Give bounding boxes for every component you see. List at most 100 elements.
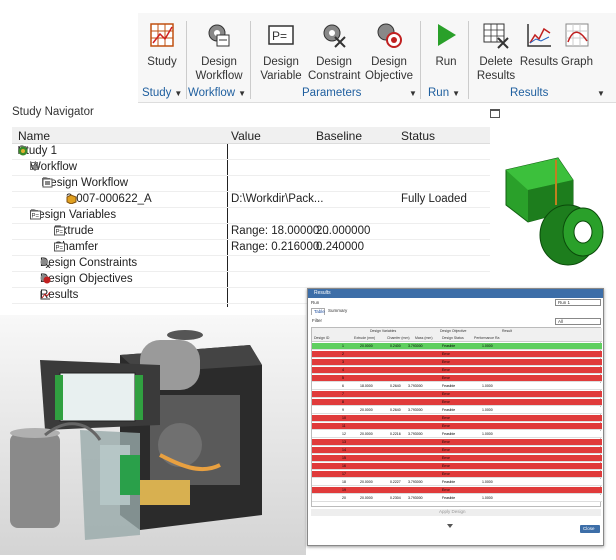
tab-summary[interactable]: Summary [326,308,348,315]
table-row[interactable]: 10 Error [312,415,602,422]
group-parameters-dropdown[interactable]: ▼ [406,87,417,99]
table-cell-chamfer: 0.2640 [390,408,401,412]
table-row[interactable]: 6 18.0000 0.2640 3.793000 Feasible 1.0000 [312,383,602,390]
run-button[interactable]: Run [428,21,464,69]
table-cell-status: Error [442,360,450,364]
study-globe-icon [18,146,29,156]
table-row[interactable]: 19 Error [312,487,602,494]
tree-row-chamfer[interactable]: P= Chamfer Range: 0.216000... 0.240000 [12,240,490,256]
table-cell-status: Error [442,440,450,444]
tree-row-design-workflow[interactable]: −Design Workflow [12,176,490,192]
navigator-title: Study Navigator [12,106,94,118]
study-icon [148,21,176,49]
run-select[interactable]: Run 1 [555,299,601,306]
table-cell-mass: 3.793000 [408,408,423,412]
design-workflow-icon [42,178,53,188]
column-header-status[interactable]: Status [401,129,435,143]
design-constraint-button[interactable]: Design Constraint [308,21,360,83]
table-cell-status: Error [442,392,450,396]
maximize-icon[interactable] [490,109,500,118]
table-row[interactable]: 5 Error [312,375,602,382]
column-header-name[interactable]: Name [18,129,50,143]
table-cell-status: Error [442,424,450,428]
column-header-baseline[interactable]: Baseline [316,129,362,143]
svg-text:P=: P= [56,230,64,236]
table-row[interactable]: 18 20.0000 0.2227 3.793000 Feasible 1.0000 [312,479,602,486]
constraint-gear-icon [320,21,348,49]
table-row[interactable]: 11 Error [312,423,602,430]
results-icon [40,290,51,300]
table-row[interactable]: 8 Error [312,399,602,406]
table-row[interactable]: 15 Error [312,455,602,462]
apply-design-button[interactable]: Apply Design [311,509,601,516]
table-cell-status: Error [442,376,450,380]
table-cell-id: 13 [342,440,346,444]
group-run[interactable]: Run ▼ [428,87,460,99]
table-cell-chamfer: 0.2304 [390,496,401,500]
table-cell-id: 9 [342,408,344,412]
table-cell-id: 1 [342,344,344,348]
table-cell-id: 12 [342,432,346,436]
table-cell-chamfer: 0.2400 [390,344,401,348]
delete-results-button[interactable]: Delete Results [474,21,518,83]
separator [468,21,469,99]
table-row[interactable]: 13 Error [312,439,602,446]
results-button[interactable]: Results [519,21,559,69]
tree-row-part[interactable]: 3-007-000622_A D:\Workdir\Pack... Fully … [12,192,490,208]
design-objective-button[interactable]: Design Objective [364,21,414,83]
chevron-down-icon[interactable] [447,516,453,528]
tree-row-study[interactable]: −Study 1 [12,144,490,160]
table-cell-status: Feasible [442,384,456,388]
tree-row-workflow[interactable]: −Workflow [12,160,490,176]
design-workflow-button[interactable]: Design Workflow [193,21,245,83]
tree-row-design-variables[interactable]: −P=Design Variables [12,208,490,224]
tree-row-design-constraints[interactable]: Design Constraints [12,256,490,272]
filter-select[interactable]: All [555,318,601,325]
table-cell-id: 14 [342,448,346,452]
design-variable-button[interactable]: P= Design Variable [258,21,304,83]
table-row[interactable]: 14 Error [312,447,602,454]
workflow-gear-icon [205,21,233,49]
tree-row-extrude[interactable]: P= Extrude Range: 18.00000... 20.000000 [12,224,490,240]
column-header-value[interactable]: Value [231,129,261,143]
table-cell-mass: 3.793000 [408,496,423,500]
svg-text:P=: P= [56,246,64,252]
table-row[interactable]: 12 20.0000 0.2216 3.793000 Feasible 1.0000 [312,431,602,438]
table-row[interactable]: 20 20.0000 0.2304 3.793000 Feasible 1.0000 [312,495,602,502]
svg-text:P=: P= [32,214,40,220]
part-cube-icon [66,194,77,205]
group-results-dropdown[interactable]: ▼ [594,87,605,99]
table-row[interactable]: 1 20.0000 0.2400 3.793000 Feasible 1.0000 [312,343,602,350]
study-navigator-tree: Name Value Baseline Status −Study 1 −Wor… [12,127,490,307]
table-row[interactable]: 9 20.0000 0.2640 3.793000 Feasible 1.0000 [312,407,602,414]
table-row[interactable]: 17 Error [312,471,602,478]
separator [420,21,421,99]
variable-icon: P= [54,226,65,236]
table-row[interactable]: 3 Error [312,359,602,366]
table-cell-status: Error [442,352,450,356]
tree-header: Name Value Baseline Status [12,127,490,144]
tab-table[interactable]: Table [311,308,325,315]
constraint-icon [40,258,51,269]
table-row[interactable]: 7 Error [312,391,602,398]
table-row[interactable]: 16 Error [312,463,602,470]
close-button[interactable]: Close [580,525,600,533]
table-cell-id: 19 [342,488,346,492]
group-study[interactable]: Study ▼ [142,87,182,99]
table-cell-id: 17 [342,472,346,476]
table-cell-id: 2 [342,352,344,356]
table-row[interactable]: 4 Error [312,367,602,374]
table-cell-id: 15 [342,456,346,460]
graph-button[interactable]: Graph [559,21,595,69]
table-row[interactable]: 2 Error [312,351,602,358]
table-cell-id: 8 [342,400,344,404]
variable-icon: P= [267,21,295,49]
group-results: Results [510,87,549,99]
play-icon [432,21,460,49]
group-workflow[interactable]: Workflow ▼ [188,87,246,99]
group-parameters: Parameters [302,87,362,99]
tree-row-design-objectives[interactable]: Design Objectives [12,272,490,288]
separator [186,21,187,99]
table-cell-id: 6 [342,384,344,388]
study-button[interactable]: Study [144,21,180,69]
